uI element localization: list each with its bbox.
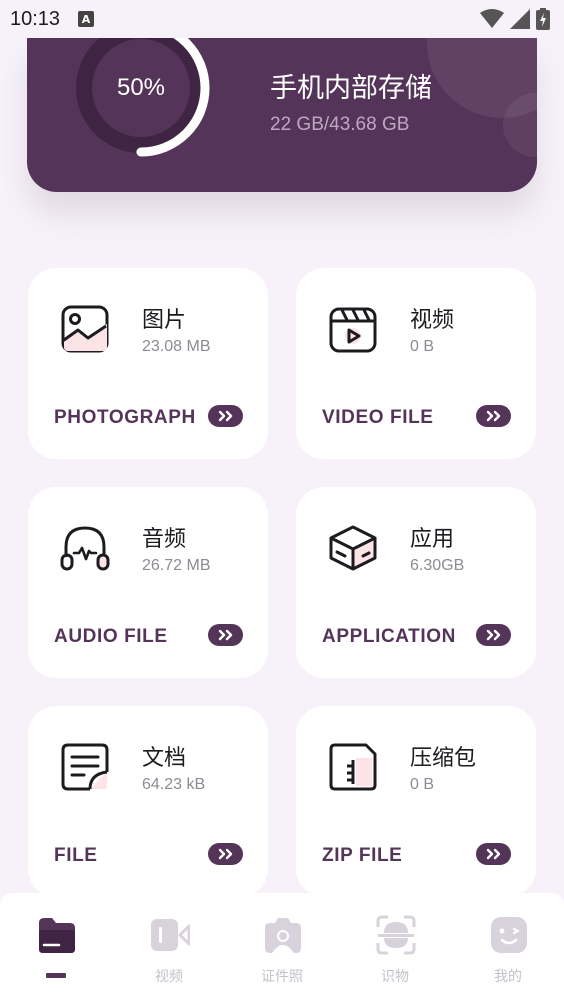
storage-percent: 50% — [116, 74, 166, 101]
category-card-photograph[interactable]: 图片 23.08 MB PHOTOGRAPH — [28, 268, 268, 459]
card-size: 23.08 MB — [142, 338, 211, 355]
category-card-document[interactable]: 文档 64.23 kB FILE — [28, 706, 268, 897]
a-notification-icon: A — [78, 11, 95, 27]
card-label: PHOTOGRAPH — [54, 407, 196, 428]
video-icon — [329, 307, 377, 353]
card-size: 6.30GB — [410, 557, 465, 574]
card-label: APPLICATION — [322, 626, 456, 647]
nav-label: 证件照 — [261, 969, 303, 985]
category-card-application[interactable]: 应用 6.30GB APPLICATION — [296, 487, 536, 678]
battery-charging-icon — [536, 8, 550, 30]
double-chevron-right-icon — [218, 848, 232, 860]
nav-label: 视频 — [155, 969, 183, 985]
card-title: 压缩包 — [410, 746, 477, 771]
card-label: FILE — [54, 845, 98, 866]
double-chevron-right-icon — [218, 410, 232, 422]
category-card-zip[interactable]: 压缩包 0 B ZIP FILE — [296, 706, 536, 897]
open-arrow-button[interactable] — [208, 405, 243, 427]
headphones-icon — [60, 526, 110, 571]
card-size: 64.23 kB — [142, 776, 206, 793]
status-time: 10:13 — [10, 7, 61, 30]
open-arrow-button[interactable] — [476, 843, 511, 865]
card-title: 视频 — [410, 308, 455, 333]
nav-label: 我的 — [494, 969, 522, 985]
open-arrow-button[interactable] — [476, 405, 511, 427]
card-title: 文档 — [142, 746, 187, 771]
camera-icon — [265, 918, 301, 953]
card-label: ZIP FILE — [322, 845, 403, 866]
zip-icon — [329, 743, 377, 791]
face-icon — [491, 917, 527, 953]
image-icon — [61, 305, 109, 353]
folder-icon — [39, 918, 75, 953]
double-chevron-right-icon — [486, 629, 500, 641]
nav-item-video[interactable]: 视频 — [113, 893, 225, 1004]
scan-icon — [376, 915, 416, 955]
card-title: 音频 — [142, 527, 187, 552]
nav-item-id-photo[interactable]: 证件照 — [226, 893, 338, 1004]
card-size: 0 B — [410, 338, 435, 355]
card-label: AUDIO FILE — [54, 626, 168, 647]
card-label: VIDEO FILE — [322, 407, 434, 428]
double-chevron-right-icon — [486, 410, 500, 422]
card-title: 应用 — [410, 527, 455, 552]
nav-item-identify[interactable]: 识物 — [339, 893, 451, 1004]
card-title: 图片 — [142, 308, 187, 333]
nav-item-profile[interactable]: 我的 — [452, 893, 564, 1004]
bottom-navigation: 视频 证件照 识物 我的 — [0, 893, 564, 1004]
document-icon — [61, 743, 109, 791]
video-camera-icon — [151, 919, 190, 951]
nav-active-indicator — [46, 973, 66, 978]
open-arrow-button[interactable] — [208, 843, 243, 865]
signal-icon — [510, 9, 530, 29]
card-size: 26.72 MB — [142, 557, 211, 574]
wifi-icon — [480, 9, 504, 28]
nav-item-files[interactable] — [0, 893, 112, 1004]
storage-card[interactable]: 50% 手机内部存储 22 GB/43.68 GB — [27, 38, 537, 192]
open-arrow-button[interactable] — [476, 624, 511, 646]
storage-usage: 22 GB/43.68 GB — [270, 114, 410, 135]
box-icon — [329, 525, 377, 571]
storage-title: 手机内部存储 — [270, 73, 432, 104]
double-chevron-right-icon — [218, 629, 232, 641]
nav-label: 识物 — [381, 969, 409, 985]
category-card-video[interactable]: 视频 0 B VIDEO FILE — [296, 268, 536, 459]
category-card-audio[interactable]: 音频 26.72 MB AUDIO FILE — [28, 487, 268, 678]
double-chevron-right-icon — [486, 848, 500, 860]
status-bar: 10:13 A — [0, 0, 564, 38]
open-arrow-button[interactable] — [208, 624, 243, 646]
card-size: 0 B — [410, 776, 435, 793]
